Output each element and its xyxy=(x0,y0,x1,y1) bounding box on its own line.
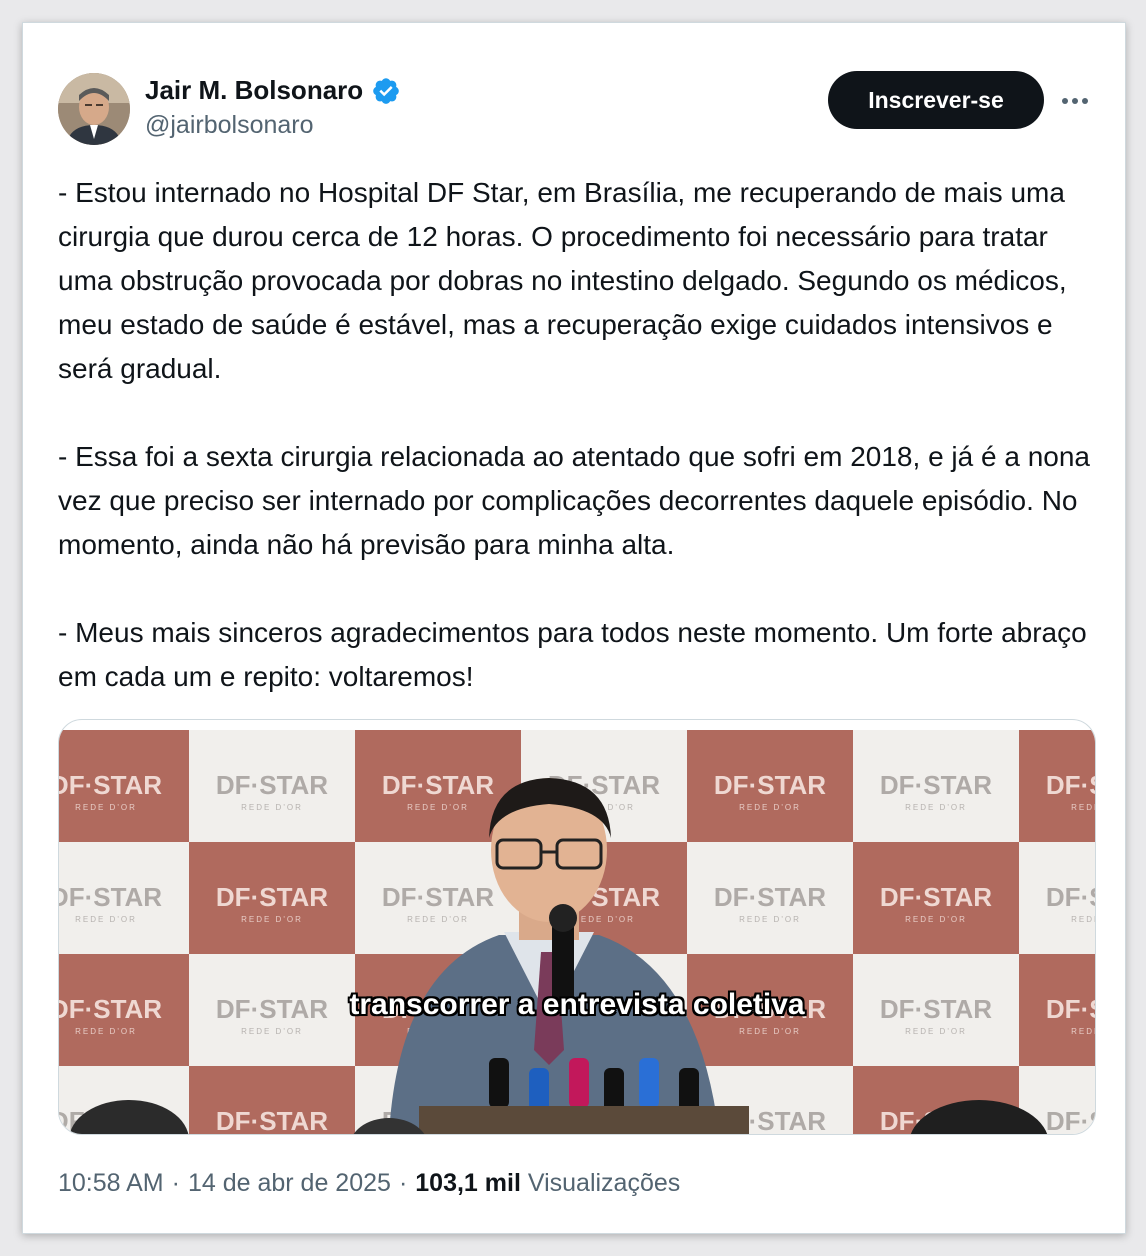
backdrop-sub-logo: REDE D'OR xyxy=(573,915,635,924)
backdrop-logo: DF·STAR xyxy=(382,770,494,800)
backdrop-sub-logo: REDE D'OR xyxy=(905,915,967,924)
backdrop-logo: DF·STAR xyxy=(59,770,162,800)
backdrop-sub-logo: REDE D'OR xyxy=(407,915,469,924)
tweet-video[interactable]: DF·STAR REDE D'OR DF·STAR REDE D'OR DF·STAR R… xyxy=(58,719,1096,1135)
backdrop-logo: DF·STAR xyxy=(1046,770,1095,800)
backdrop-sub-logo: REDE D'OR xyxy=(1071,1027,1095,1036)
backdrop-logo: DF·STAR xyxy=(382,882,494,912)
backdrop-logo: DF·STAR xyxy=(59,882,162,912)
backdrop-logo: DF·STAR xyxy=(714,882,826,912)
backdrop-logo: DF·STAR xyxy=(880,882,992,912)
more-options-icon[interactable] xyxy=(1055,83,1095,119)
backdrop-sub-logo: REDE D'OR xyxy=(75,1027,137,1036)
backdrop-logo: DF·STAR xyxy=(880,770,992,800)
backdrop-logo: DF·STAR xyxy=(216,1106,328,1134)
meta-separator: · xyxy=(398,1169,408,1197)
tweet-paragraph: - Essa foi a sexta cirurgia relacionada … xyxy=(58,441,1090,560)
tweet-text: - Estou internado no Hospital DF Star, e… xyxy=(58,171,1108,743)
views-label: Visualizações xyxy=(527,1169,681,1197)
video-caption: transcorrer a entrevista coletiva xyxy=(349,988,805,1021)
backdrop-sub-logo: REDE D'OR xyxy=(1071,915,1095,924)
author-name-row: Jair M. Bolsonaro xyxy=(145,75,401,106)
tweet-time[interactable]: 10:58 AM xyxy=(58,1169,164,1198)
meta-separator: · xyxy=(171,1169,180,1197)
backdrop-logo: DF·STAR xyxy=(714,770,826,800)
backdrop-sub-logo: REDE D'OR xyxy=(739,915,801,924)
tweet-date[interactable]: 14 de abr de 2025 xyxy=(188,1169,391,1198)
profile-photo xyxy=(58,73,130,145)
author-avatar[interactable] xyxy=(58,73,130,145)
backdrop-sub-logo: REDE D'OR xyxy=(739,803,801,812)
backdrop-logo: DF·STAR xyxy=(216,770,328,800)
tweet-paragraph: - Estou internado no Hospital DF Star, e… xyxy=(58,177,1067,384)
backdrop-logo: DF·STAR xyxy=(216,882,328,912)
views-count: 103,1 mil xyxy=(415,1169,521,1197)
backdrop-sub-logo: REDE D'OR xyxy=(241,803,303,812)
tweet-paragraph: - Meus mais sinceros agradecimentos para… xyxy=(58,617,1087,692)
backdrop-sub-logo: REDE D'OR xyxy=(241,915,303,924)
podium-microphone xyxy=(639,1058,659,1108)
backdrop-sub-logo: REDE D'OR xyxy=(905,803,967,812)
backdrop-sub-logo: REDE D'OR xyxy=(75,915,137,924)
podium xyxy=(419,1106,749,1134)
author-handle[interactable]: @jairbolsonaro xyxy=(145,111,314,140)
backdrop-logo: DF·STAR xyxy=(1046,1106,1095,1134)
microphone-head xyxy=(549,904,577,932)
backdrop-sub-logo: REDE D'OR xyxy=(75,803,137,812)
backdrop-sub-logo: REDE D'OR xyxy=(407,803,469,812)
backdrop-sub-logo: REDE D'OR xyxy=(241,1027,303,1036)
author-name[interactable]: Jair M. Bolsonaro xyxy=(145,75,363,106)
tweet-card: Jair M. Bolsonaro @jairbolsonaro Inscrev… xyxy=(22,22,1126,1234)
backdrop-logo: DF·STAR xyxy=(1046,882,1095,912)
backdrop-sub-logo: REDE D'OR xyxy=(905,1027,967,1036)
backdrop-sub-logo: REDE D'OR xyxy=(739,1027,801,1036)
verified-badge-icon[interactable] xyxy=(371,76,401,106)
podium-microphone xyxy=(569,1058,589,1108)
podium-microphone xyxy=(489,1058,509,1108)
tweet-meta: 10:58 AM · 14 de abr de 2025 · 103,1 mil… xyxy=(58,1169,680,1198)
backdrop-sub-logo: REDE D'OR xyxy=(1071,803,1095,812)
video-frame: DF·STAR REDE D'OR DF·STAR REDE D'OR DF·STAR R… xyxy=(59,730,1095,1134)
subscribe-button[interactable]: Inscrever-se xyxy=(828,71,1044,129)
